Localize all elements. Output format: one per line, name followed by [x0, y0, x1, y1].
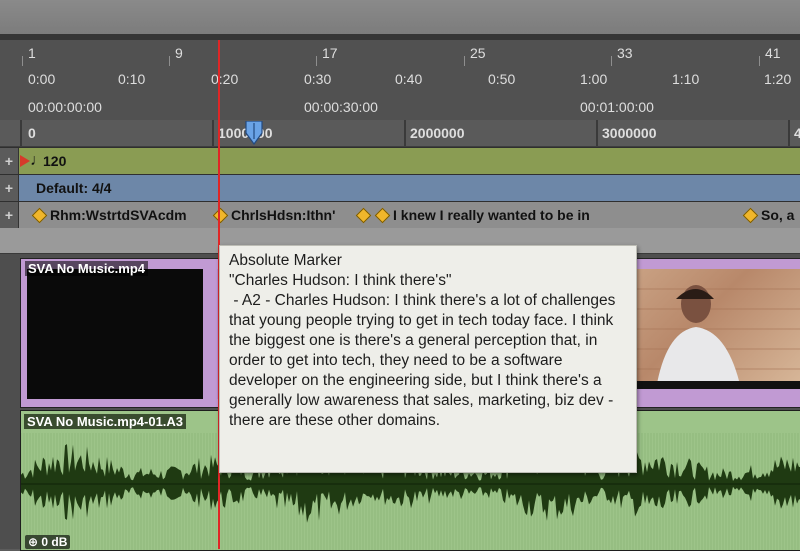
video-thumbnail-black — [27, 269, 203, 399]
window-toolbar — [0, 0, 800, 34]
minsec-label: 0:10 — [118, 71, 146, 87]
minsec-label: 0:00 — [28, 71, 56, 87]
timecode-label: 00:00:30:00 — [304, 99, 378, 115]
marker-label[interactable]: Rhm:WstrtdSVAcdm — [50, 207, 187, 223]
minsec-label: 1:10 — [672, 71, 700, 87]
meter-label[interactable]: Default: 4/4 — [36, 180, 111, 196]
bar-label: 17 — [322, 45, 338, 61]
samples-divider — [212, 120, 214, 146]
tempo-ruler[interactable]: + ♩ 120 — [0, 147, 800, 174]
timecode-label: 00:00:00:00 — [28, 99, 102, 115]
marker-label[interactable]: I knew I really wanted to be in — [393, 207, 590, 223]
add-meter-button[interactable]: + — [0, 175, 19, 201]
bar-label: 33 — [617, 45, 633, 61]
timecode-ruler[interactable]: 00:00:00:00 00:00:30:00 00:01:00:00 — [0, 92, 800, 121]
speaker-frame-image — [636, 285, 800, 389]
gain-icon: ⊕ — [28, 535, 42, 549]
clip-gain-value: 0 dB — [41, 535, 68, 549]
marker-label[interactable]: ChrlsHdsn:Ithn' — [231, 207, 335, 223]
minsec-label: 0:50 — [488, 71, 516, 87]
marker-diamond-icon[interactable] — [31, 207, 48, 224]
bar-label: 9 — [175, 45, 183, 61]
minsec-label: 0:30 — [304, 71, 332, 87]
minsec-label: 1:20 — [764, 71, 792, 87]
tooltip-title: Absolute Marker — [229, 252, 342, 269]
tooltip-comment: - A2 - Charles Hudson: I think there's a… — [229, 292, 620, 429]
minsec-label: 0:20 — [211, 71, 239, 87]
marker-label[interactable]: So, a — [761, 207, 794, 223]
ruler-tick — [169, 56, 170, 66]
samples-divider — [404, 120, 406, 146]
samples-label: 3000000 — [602, 125, 657, 141]
ruler-tick — [611, 56, 612, 66]
video-clip-name: SVA No Music.mp4 — [25, 261, 149, 276]
add-marker-button[interactable]: + — [0, 202, 19, 228]
samples-divider — [788, 120, 790, 146]
ruler-tick — [316, 56, 317, 66]
min-secs-ruler[interactable]: 0:00 0:10 0:20 0:30 0:40 0:50 1:00 1:10 … — [0, 66, 800, 93]
bar-label: 41 — [765, 45, 781, 61]
samples-ruler[interactable]: 0 1000000 2000000 3000000 4 — [0, 120, 800, 147]
minsec-label: 0:40 — [395, 71, 423, 87]
marker-diamond-icon[interactable] — [355, 207, 372, 224]
ruler-tick — [464, 56, 465, 66]
samples-divider — [20, 120, 22, 146]
marker-diamond-icon[interactable] — [374, 207, 391, 224]
audio-clip-name: SVA No Music.mp4-01.A3 — [24, 414, 187, 429]
meter-ruler[interactable]: + Default: 4/4 — [0, 174, 800, 201]
samples-label: 2000000 — [410, 125, 465, 141]
marker-diamond-icon[interactable] — [212, 207, 229, 224]
tempo-value[interactable]: 120 — [43, 153, 66, 169]
bar-label: 1 — [28, 45, 36, 61]
song-start-marker-icon[interactable] — [20, 155, 30, 167]
tooltip-marker-name: "Charles Hudson: I think there's" — [229, 272, 452, 289]
bars-beats-ruler[interactable]: 1 9 17 25 33 41 — [0, 40, 800, 67]
markers-ruler[interactable]: + Rhm:WstrtdSVAcdm ChrlsHdsn:Ithn' I kne… — [0, 201, 800, 229]
minsec-label: 1:00 — [580, 71, 608, 87]
samples-divider — [596, 120, 598, 146]
add-tempo-button[interactable]: + — [0, 148, 19, 174]
ruler-tick — [759, 56, 760, 66]
video-thumbnail-speaker — [636, 269, 800, 389]
bar-label: 25 — [470, 45, 486, 61]
ruler-tick — [22, 56, 23, 66]
timecode-label: 00:01:00:00 — [580, 99, 654, 115]
clip-gain-badge[interactable]: ⊕ 0 dB — [25, 535, 71, 549]
samples-label: 4 — [794, 125, 800, 141]
playhead-arrow-icon[interactable] — [244, 121, 264, 145]
marker-tooltip: Absolute Marker "Charles Hudson: I think… — [219, 245, 637, 473]
marker-diamond-icon[interactable] — [742, 207, 759, 224]
samples-label: 0 — [28, 125, 36, 141]
